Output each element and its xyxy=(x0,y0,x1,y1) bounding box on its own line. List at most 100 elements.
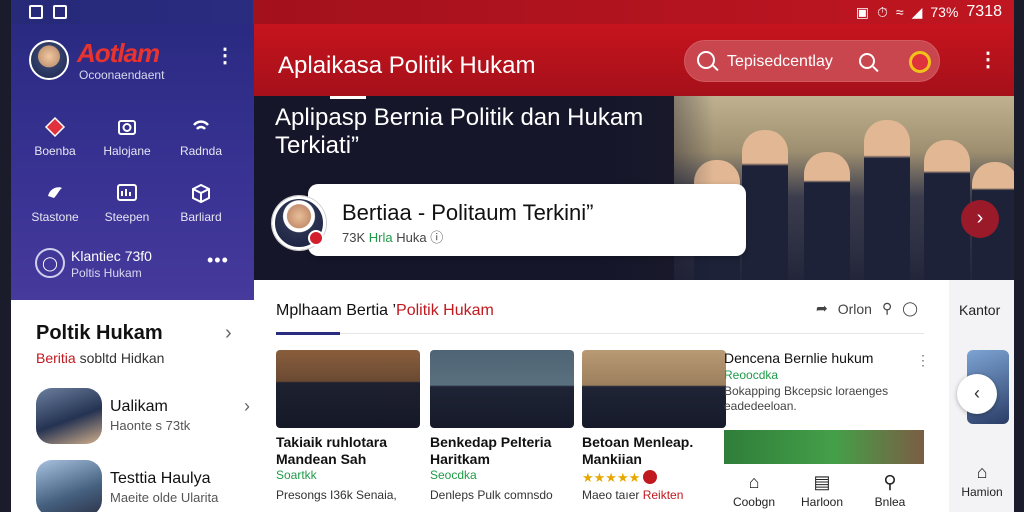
section-title: Mplhaam Bertia ’Politik Hukam xyxy=(276,302,494,320)
quick-label: Stastone xyxy=(31,210,79,224)
quick-label: Boenba xyxy=(34,144,76,158)
quick-label: Radnda xyxy=(179,144,223,158)
section-tools: ➦ Orlon ⚲ ◯ xyxy=(816,300,918,317)
shield-icon[interactable]: ◯ xyxy=(902,300,918,317)
signal-icon: ◢ xyxy=(911,3,923,20)
chart-icon xyxy=(116,182,138,204)
side-news-source: Reoocdka xyxy=(724,368,779,382)
side-news-title: Dencena Bernlie hukum xyxy=(724,350,874,366)
notification-icon xyxy=(29,5,43,19)
news-image xyxy=(582,350,726,428)
tab-indicator xyxy=(276,332,340,335)
nav-item-docs[interactable]: ▤ Harloon xyxy=(792,472,852,509)
right-panel-label: Kantor xyxy=(959,302,1001,318)
news-rating: ★★★★★ xyxy=(582,470,658,486)
star-rating: ★★★★★ xyxy=(582,470,641,485)
more-horiz-icon[interactable]: ••• xyxy=(207,250,229,271)
more-vert-icon[interactable]: ⋮ xyxy=(215,46,235,66)
app-window: ▣ ⏱ ≈ ◢ 73% 7318 Aotlam Ocoonaendaent ⋮ … xyxy=(11,0,1014,512)
quick-action-4[interactable]: Stastone xyxy=(21,182,89,224)
section-subtitle-rest: sobltd Hidkan xyxy=(75,350,165,366)
nav-label: Coobgn xyxy=(732,495,776,509)
nav-item-home[interactable]: ⌂ Hamion xyxy=(957,462,1007,499)
sidebar-header: Aotlam Ocoonaendaent ⋮ Boenba Halojane R… xyxy=(11,24,254,300)
more-vert-icon[interactable]: ⋮ xyxy=(978,50,998,70)
featured-title: Bertiaa - Politaum Terkini” xyxy=(342,200,594,225)
news-desc: Denleps Pulk comnsdo xyxy=(430,488,553,502)
bird-icon xyxy=(44,182,66,204)
quick-label: Halojane xyxy=(103,144,151,158)
featured-source: Huka xyxy=(396,230,427,245)
featured-meta: 73K Hrla Huka ⓘ xyxy=(342,227,443,246)
nav-item-profile[interactable]: ⚲ Bnlea xyxy=(860,472,920,509)
news-thumbnail xyxy=(36,388,102,444)
nav-label: Hamion xyxy=(961,485,1003,499)
news-image xyxy=(276,350,420,428)
sidebar: Aotlam Ocoonaendaent ⋮ Boenba Halojane R… xyxy=(11,24,254,512)
info-icon: ⓘ xyxy=(430,230,444,245)
stat-line-2: Poltis Hukam xyxy=(71,266,142,280)
page-title: Aplaikasa Politik Hukam xyxy=(278,52,536,79)
news-thumbnail xyxy=(36,460,102,512)
quick-action-5[interactable]: Steepen xyxy=(93,182,161,224)
section-title-red: Politik Hukam xyxy=(396,302,494,319)
hero-indicator xyxy=(330,96,366,99)
hero-title: Aplipasp Bernia Politik dan Hukam Terkia… xyxy=(275,104,644,159)
user-icon[interactable]: ⚲ xyxy=(882,300,892,317)
clock: 7318 xyxy=(966,3,1002,20)
list-item-title: Ualikam xyxy=(110,398,168,415)
news-card[interactable]: Takiaik ruhlotara Mandean Sah Soartkk Pr… xyxy=(276,350,424,512)
news-source: Seocdka xyxy=(430,468,477,482)
stat-line-1: Klantiec 73f0 xyxy=(71,248,152,264)
sim-icon: ▣ xyxy=(855,3,869,20)
tool-label[interactable]: Orlon xyxy=(838,301,872,317)
doc-icon: ▤ xyxy=(813,472,831,492)
app-bar: Aplaikasa Politik Hukam ⋮ xyxy=(254,24,1014,96)
nav-label: Bnlea xyxy=(874,495,906,509)
wifi-icon: ≈ xyxy=(895,4,904,20)
chevron-right-icon[interactable]: › xyxy=(225,322,232,345)
person-icon: ⚲ xyxy=(883,472,897,492)
list-item[interactable]: Testtia Haulya Maeite olde Ularita xyxy=(36,460,248,512)
photo-person xyxy=(864,120,910,280)
battery-level: 73% xyxy=(930,4,959,20)
news-title: Benkedap Pelteria Haritkam xyxy=(430,434,552,467)
search-icon xyxy=(697,51,715,69)
news-image xyxy=(430,350,574,428)
news-card[interactable]: Betoan Menleap. Mankiian ★★★★★ Maeo taıe… xyxy=(582,350,730,512)
news-card[interactable]: Benkedap Pelteria Haritkam Seocdka Denle… xyxy=(430,350,578,512)
search-input[interactable] xyxy=(727,49,847,75)
quick-action-1[interactable]: Boenba xyxy=(21,116,89,158)
right-panel: Kantor ‹ ⌂ Hamion xyxy=(949,280,1014,512)
bottom-nav: ⌂ Coobgn ▤ Harloon ⚲ Bnlea xyxy=(724,472,949,512)
quick-label: Steepen xyxy=(104,210,150,224)
featured-tag: Hrla xyxy=(368,230,393,245)
featured-count: 73K xyxy=(342,230,366,245)
avatar[interactable] xyxy=(29,40,69,80)
chevron-right-icon[interactable]: › xyxy=(961,200,999,238)
home-icon: ⌂ xyxy=(748,472,760,492)
camera-icon xyxy=(116,116,138,138)
signal-icon xyxy=(190,116,212,138)
news-desc: Presongs I36k Senaia, xyxy=(276,488,397,502)
stats-row[interactable]: ◯ Klantiec 73f0 Poltis Hukam ••• xyxy=(35,246,235,286)
search-box[interactable] xyxy=(684,40,940,82)
chevron-right-icon[interactable]: › xyxy=(244,396,250,417)
chevron-left-icon[interactable]: ‹ xyxy=(957,374,997,414)
status-bar: ▣ ⏱ ≈ ◢ 73% 7318 xyxy=(11,0,1014,24)
nav-item-home[interactable]: ⌂ Coobgn xyxy=(724,472,784,509)
alarm-icon: ⏱ xyxy=(876,3,888,20)
quick-action-6[interactable]: Barliard xyxy=(167,182,235,224)
search-icon[interactable] xyxy=(859,53,875,69)
news-title: Takiaik ruhlotara Mandean Sah xyxy=(276,434,388,467)
assistant-icon[interactable] xyxy=(909,51,931,73)
list-item[interactable]: Ualikam Haonte s 73tk › xyxy=(36,388,250,448)
photo-person xyxy=(742,130,788,280)
badge-icon xyxy=(643,470,658,484)
news-section: Mplhaam Bertia ’Politik Hukam ➦ Orlon ⚲ … xyxy=(254,280,949,512)
section-title: Poltik Hukam xyxy=(36,322,163,344)
quick-action-3[interactable]: Radnda xyxy=(167,116,235,158)
more-vert-icon[interactable]: ⋮ xyxy=(916,353,930,367)
share-icon[interactable]: ➦ xyxy=(816,300,828,317)
quick-action-2[interactable]: Halojane xyxy=(93,116,161,158)
